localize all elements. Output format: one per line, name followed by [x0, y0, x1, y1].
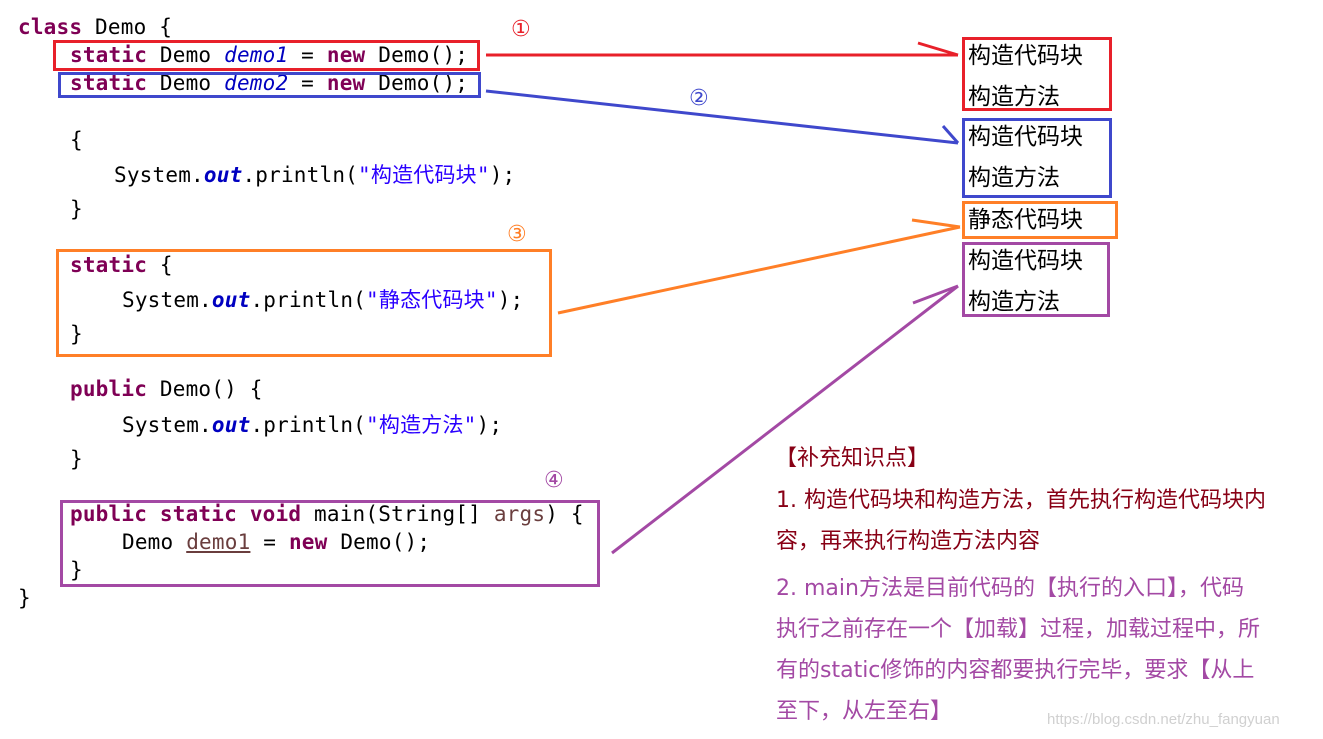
note-1-line: 1. 构造代码块和构造方法，首先执行构造代码块内 — [776, 488, 1266, 513]
note-2-line: 2. main方法是目前代码的【执行的入口】，代码 — [776, 576, 1244, 601]
notes-title: 【补充知识点】 — [775, 446, 930, 471]
note-1-line: 容，再来执行构造方法内容 — [776, 529, 1041, 554]
arrow-step3 — [557, 218, 961, 315]
watermark: https://blog.csdn.net/zhu_fangyuan — [1047, 711, 1280, 728]
note-2-line: 执行之前存在一个【加载】过程，加载过程中，所 — [776, 617, 1261, 642]
output-line: 构造代码块 — [968, 43, 1083, 69]
output-group-step4: 构造代码块 构造方法 — [962, 242, 1110, 317]
output-line: 构造方法 — [968, 165, 1060, 191]
arrow-step2 — [485, 89, 960, 145]
note-2-line: 有的static修饰的内容都要执行完毕，要求【从上 — [776, 658, 1255, 683]
note-2: 2. main方法是目前代码的【执行的入口】，代码 执行之前存在一个【加载】过程… — [776, 568, 1260, 732]
output-line: 构造代码块 — [968, 124, 1083, 150]
output-line: 静态代码块 — [968, 207, 1083, 233]
output-line: 构造代码块 — [968, 248, 1083, 274]
output-group-step2: 构造代码块 构造方法 — [962, 118, 1112, 198]
output-line: 构造方法 — [968, 289, 1060, 315]
arrow-step1 — [486, 41, 959, 57]
output-group-step3: 静态代码块 — [962, 201, 1118, 239]
output-line: 构造方法 — [968, 84, 1060, 110]
output-group-step1: 构造代码块 构造方法 — [962, 37, 1112, 111]
note-1: 1. 构造代码块和构造方法，首先执行构造代码块内 容，再来执行构造方法内容 — [776, 480, 1266, 562]
